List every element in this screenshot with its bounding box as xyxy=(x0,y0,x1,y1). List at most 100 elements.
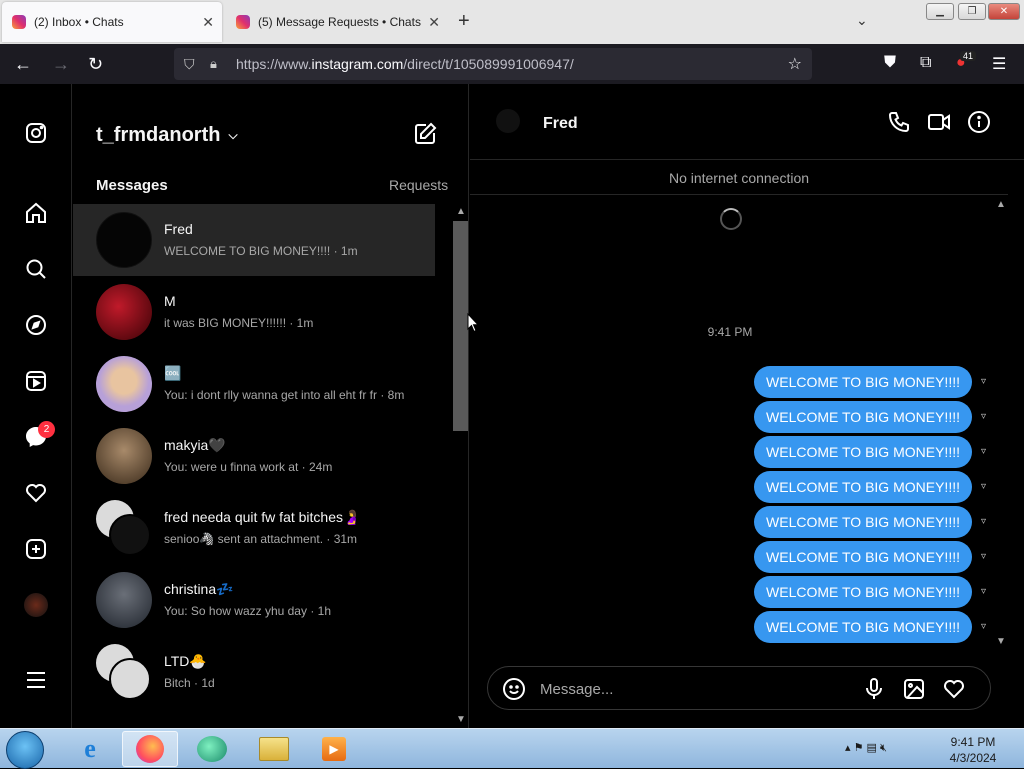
react-icon[interactable]: ▿ xyxy=(981,516,986,527)
pocket-icon[interactable]: ⛊ xyxy=(884,54,896,72)
message-composer xyxy=(487,666,991,710)
taskbar-clock[interactable]: 9:41 PM 4/3/2024 xyxy=(940,734,1006,766)
conversation-info-icon[interactable] xyxy=(967,110,991,134)
thread-row[interactable]: 🆒 You: i dont rlly wanna get into all eh… xyxy=(73,348,435,420)
thread-list: Fred WELCOME TO BIG MONEY!!!! · 1m M it … xyxy=(73,204,435,708)
sent-message-bubble[interactable]: WELCOME TO BIG MONEY!!!! ▿ xyxy=(754,541,986,573)
home-icon[interactable] xyxy=(22,199,50,227)
extensions-icon[interactable]: ⧉ xyxy=(920,54,931,72)
thread-row[interactable]: makyia🖤 You: were u finna work at · 24m xyxy=(73,420,435,492)
voice-call-icon[interactable] xyxy=(887,110,911,134)
react-icon[interactable]: ▿ xyxy=(981,621,986,632)
system-tray-icons[interactable]: ▴ ⚑ ▤ 🔇︎ xyxy=(845,741,887,755)
sent-message-bubble[interactable]: WELCOME TO BIG MONEY!!!! ▿ xyxy=(754,436,986,468)
avatar xyxy=(96,212,152,268)
inbox-panel: t_frmdanorth ⌵ Messages Requests Fred WE… xyxy=(73,84,469,728)
emoji-icon[interactable] xyxy=(502,677,526,701)
thread-preview: it was BIG MONEY!!!!!! · 1m xyxy=(164,316,314,330)
thread-preview: You: were u finna work at · 24m xyxy=(164,460,333,474)
thread-name: makyia🖤 xyxy=(164,437,226,453)
sent-message-bubble[interactable]: WELCOME TO BIG MONEY!!!! ▿ xyxy=(754,611,986,643)
profile-avatar[interactable] xyxy=(22,591,50,619)
sent-message-bubble[interactable]: WELCOME TO BIG MONEY!!!! ▿ xyxy=(754,401,986,433)
sent-message-bubble[interactable]: WELCOME TO BIG MONEY!!!! ▿ xyxy=(754,366,986,398)
thread-row[interactable]: fred needa quit fw fat bitches🤰 senioo🦓 … xyxy=(73,492,435,564)
close-tab-icon[interactable]: ✕ xyxy=(428,14,440,31)
reels-icon[interactable] xyxy=(22,367,50,395)
sent-message-bubble[interactable]: WELCOME TO BIG MONEY!!!! ▿ xyxy=(754,506,986,538)
instagram-app: 2 t_frmdanorth ⌵ Messages Requests Fred xyxy=(0,84,1024,728)
file-explorer-folder-icon[interactable] xyxy=(246,731,302,767)
thread-row[interactable]: LTD🐣 Bitch · 1d xyxy=(73,636,435,708)
thread-row[interactable]: Fred WELCOME TO BIG MONEY!!!! · 1m xyxy=(73,204,435,276)
internet-explorer-icon[interactable]: e xyxy=(62,731,118,767)
thread-preview: You: So how wazz yhu day · 1h xyxy=(164,604,331,618)
account-switcher[interactable]: t_frmdanorth ⌵ xyxy=(96,124,238,147)
avatar xyxy=(96,572,152,628)
react-icon[interactable]: ▿ xyxy=(981,376,986,387)
back-arrow-icon[interactable]: ← xyxy=(14,54,32,75)
notifications-heart-icon[interactable] xyxy=(22,479,50,507)
lock-icon[interactable]: 🔒︎ xyxy=(210,56,226,72)
thread-preview: senioo🦓 sent an attachment. · 31m xyxy=(164,532,358,546)
more-menu-icon[interactable] xyxy=(22,666,50,694)
microphone-icon[interactable] xyxy=(862,677,886,701)
avatar xyxy=(96,356,152,412)
thread-row[interactable]: M it was BIG MONEY!!!!!! · 1m xyxy=(73,276,435,348)
react-icon[interactable]: ▿ xyxy=(981,481,986,492)
react-icon[interactable]: ▿ xyxy=(981,411,986,422)
sent-message-bubble[interactable]: WELCOME TO BIG MONEY!!!! ▿ xyxy=(754,471,986,503)
close-tab-icon[interactable]: ✕ xyxy=(202,14,214,31)
media-player-icon[interactable]: ▶ xyxy=(306,731,362,767)
thread-preview: WELCOME TO BIG MONEY!!!! · 1m xyxy=(164,244,358,258)
instagram-logo-icon[interactable] xyxy=(22,119,50,147)
firefox-icon[interactable] xyxy=(122,731,178,767)
list-tabs-chevron-icon[interactable]: ⌄ xyxy=(856,12,868,29)
bookmark-star-icon[interactable]: ☆ xyxy=(788,54,802,74)
contact-avatar[interactable] xyxy=(496,109,520,133)
thread-name: Fred xyxy=(164,221,193,237)
window-close-button[interactable]: ✕ xyxy=(988,3,1020,20)
menu-hamburger-icon[interactable]: ☰ xyxy=(992,54,1006,74)
new-tab-button[interactable]: + xyxy=(458,10,470,33)
scroll-down-arrow-icon[interactable]: ▼ xyxy=(996,636,1006,647)
image-upload-icon[interactable] xyxy=(902,677,926,701)
explore-compass-icon[interactable] xyxy=(22,311,50,339)
start-button[interactable] xyxy=(6,731,44,769)
forward-arrow-icon[interactable]: → xyxy=(52,54,70,75)
browser-nav-bar: ← → ↻ ⛉ 🔒︎ https://www.instagram.com/dir… xyxy=(0,44,1024,84)
restore-button[interactable]: ❐ xyxy=(958,3,986,20)
react-icon[interactable]: ▿ xyxy=(981,446,986,457)
scroll-up-arrow-icon[interactable]: ▲ xyxy=(456,206,466,217)
scroll-down-arrow-icon[interactable]: ▼ xyxy=(456,714,466,725)
messages-heading: Messages xyxy=(96,177,168,194)
react-icon[interactable]: ▿ xyxy=(981,586,986,597)
minimize-button[interactable]: ▁ xyxy=(926,3,954,20)
react-icon[interactable]: ▿ xyxy=(981,551,986,562)
sent-message-bubble[interactable]: WELCOME TO BIG MONEY!!!! ▿ xyxy=(754,576,986,608)
scroll-up-arrow-icon[interactable]: ▲ xyxy=(996,199,1006,210)
app-globe-icon[interactable] xyxy=(184,731,240,767)
thread-row[interactable]: christina💤 You: So how wazz yhu day · 1h xyxy=(73,564,435,636)
tab-message-requests[interactable]: (5) Message Requests • Chats ✕ xyxy=(226,2,448,42)
url-bar[interactable]: ⛉ 🔒︎ https://www.instagram.com/direct/t/… xyxy=(174,48,812,80)
video-call-icon[interactable] xyxy=(927,110,951,134)
avatar xyxy=(96,284,152,340)
thread-preview: You: i dont rlly wanna get into all eht … xyxy=(164,388,405,402)
message-input[interactable] xyxy=(540,677,840,701)
thread-name: christina💤 xyxy=(164,581,234,597)
thread-name: fred needa quit fw fat bitches🤰 xyxy=(164,509,361,525)
create-plus-icon[interactable] xyxy=(22,535,50,563)
requests-link[interactable]: Requests xyxy=(389,177,448,193)
search-icon[interactable] xyxy=(22,255,50,283)
url-text[interactable]: https://www.instagram.com/direct/t/10508… xyxy=(236,56,574,72)
tracking-shield-icon[interactable]: ⛉ xyxy=(184,56,200,72)
like-heart-icon[interactable] xyxy=(942,677,966,701)
thread-preview: Bitch · 1d xyxy=(164,676,215,690)
contact-name[interactable]: Fred xyxy=(543,115,578,133)
clock-date: 4/3/2024 xyxy=(949,751,997,765)
reload-icon[interactable]: ↻ xyxy=(88,54,103,75)
new-message-compose-icon[interactable] xyxy=(413,122,437,146)
tab-inbox[interactable]: (2) Inbox • Chats ✕ xyxy=(2,2,222,42)
instagram-favicon-icon xyxy=(12,15,26,29)
